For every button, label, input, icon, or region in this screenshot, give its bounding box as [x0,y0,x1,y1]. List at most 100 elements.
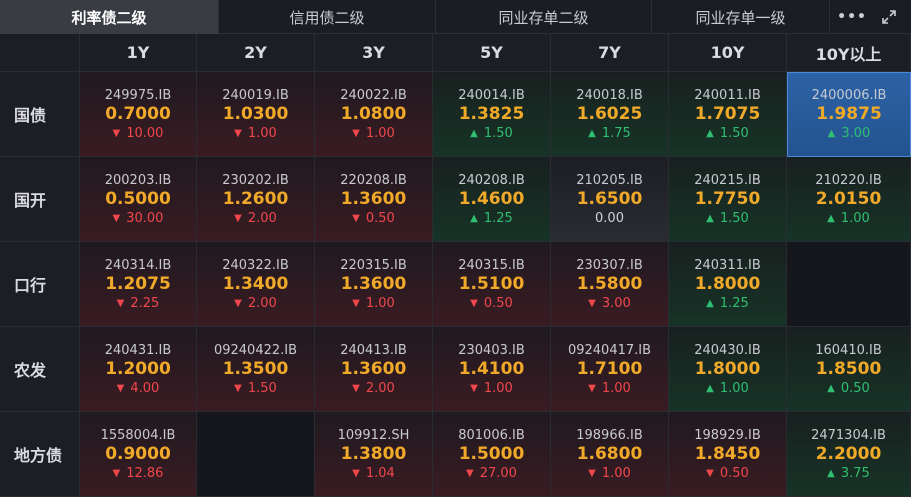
bond-quote-cell[interactable]: 240315.IB 1.5100 ▼ 0.50 [433,242,551,327]
triangle-down-icon: ▼ [352,297,360,309]
yield-change: ▼ 2.00 [234,210,277,227]
bond-code: 109912.SH [337,427,410,443]
bond-quote-cell[interactable]: 109912.SH 1.3800 ▼ 1.04 [315,412,433,497]
expand-icon[interactable] [881,9,897,25]
bond-quote-cell[interactable]: 240022.IB 1.0800 ▼ 1.00 [315,72,433,157]
triangle-up-icon: ▲ [706,382,714,394]
bond-quote-cell[interactable]: 220208.IB 1.3600 ▼ 0.50 [315,157,433,242]
bond-code: 240314.IB [104,257,172,273]
column-header: 3Y [315,34,433,72]
tab-ncd-primary[interactable]: 同业存单一级 [652,0,830,34]
yield-change-value: 1.00 [247,125,277,141]
triangle-down-icon: ▼ [588,467,596,479]
tab-credit-bonds-secondary[interactable]: 信用债二级 [219,0,436,34]
bond-quote-cell[interactable]: 240311.IB 1.8000 ▲ 1.25 [669,242,787,327]
yield-change: ▼ 1.00 [588,380,631,397]
row-header: 地方债 [0,412,80,497]
yield-change: ▼ 1.00 [352,125,395,142]
yield-change: ▲ 1.00 [827,210,870,227]
bond-yield: 1.4100 [458,358,525,379]
yield-change: ▼ 3.00 [588,295,631,312]
bond-quote-cell[interactable]: 240413.IB 1.3600 ▼ 2.00 [315,327,433,412]
triangle-down-icon: ▼ [588,297,596,309]
bond-quote-cell[interactable]: 240314.IB 1.2075 ▼ 2.25 [80,242,197,327]
bond-quote-cell[interactable]: 198966.IB 1.6800 ▼ 1.00 [551,412,669,497]
bond-quote-cell[interactable]: 240019.IB 1.0300 ▼ 1.00 [197,72,315,157]
bond-yield: 1.2600 [222,188,289,209]
bond-yield: 0.9000 [105,443,171,464]
yield-change: ▼ 4.00 [117,380,160,397]
yield-change: ▲ 3.75 [827,465,870,482]
bond-quote-cell[interactable]: 230403.IB 1.4100 ▼ 1.00 [433,327,551,412]
column-header: 10Y以上 [787,34,911,72]
yield-change-value: 1.00 [719,380,749,396]
bond-quote-cell[interactable]: 210220.IB 2.0150 ▲ 1.00 [787,157,911,242]
triangle-down-icon: ▼ [234,127,242,139]
yield-change: ▼ 1.00 [352,295,395,312]
column-header: 7Y [551,34,669,72]
bond-quote-cell[interactable]: 240430.IB 1.8000 ▲ 1.00 [669,327,787,412]
bond-yield: 1.8000 [694,358,761,379]
bond-quote-cell[interactable]: 230202.IB 1.2600 ▼ 2.00 [197,157,315,242]
bond-quote-cell[interactable]: 160410.IB 1.8500 ▲ 0.50 [787,327,911,412]
bond-quote-cell[interactable]: 09240422.IB 1.3500 ▼ 1.50 [197,327,315,412]
bond-code: 210220.IB [815,172,882,188]
bond-quote-cell[interactable]: 240011.IB 1.7075 ▲ 1.50 [669,72,787,157]
yield-change-value: 1.00 [840,210,870,226]
triangle-down-icon: ▼ [116,382,125,394]
bond-quote-cell[interactable]: 210205.IB 1.6500 0.00 [551,157,669,242]
yield-change-value: 27.00 [479,465,517,481]
bond-quote-cell[interactable]: 249975.IB 0.7000 ▼ 10.00 [80,72,197,157]
triangle-down-icon: ▼ [234,212,242,224]
tab-bar: 利率债二级 信用债二级 同业存单二级 同业存单一级 ••• [0,0,911,34]
bond-code: 240413.IB [340,342,407,358]
bond-quote-cell[interactable]: 240014.IB 1.3825 ▲ 1.50 [433,72,551,157]
yield-change: ▼ 27.00 [466,465,517,482]
bond-quote-cell[interactable]: 240322.IB 1.3400 ▼ 2.00 [197,242,315,327]
column-header: 1Y [80,34,197,72]
yield-change-value: 1.04 [365,465,395,481]
yield-change: ▲ 1.25 [470,210,513,227]
bond-quote-cell[interactable]: 09240417.IB 1.7100 ▼ 1.00 [551,327,669,412]
row-header: 农发 [0,327,80,412]
yield-change-value: 12.86 [126,465,164,481]
bond-code: 2400006.IB [811,88,887,103]
column-header: 2Y [197,34,315,72]
row-header: 国开 [0,157,80,242]
more-horizontal-icon[interactable]: ••• [837,9,867,25]
triangle-down-icon: ▼ [112,127,121,139]
yield-change-value: 1.25 [719,295,749,311]
bond-quote-cell[interactable]: 240208.IB 1.4600 ▲ 1.25 [433,157,551,242]
bond-quote-cell[interactable]: 198929.IB 1.8450 ▼ 0.50 [669,412,787,497]
yield-change-value: 1.50 [483,125,513,141]
bond-yield: 1.6500 [576,188,643,209]
bond-quote-cell[interactable]: 2400006.IB 1.9875 ▲ 3.00 [787,72,911,157]
bond-quote-cell[interactable]: 230307.IB 1.5800 ▼ 3.00 [551,242,669,327]
triangle-down-icon: ▼ [352,127,360,139]
yield-change: ▼ 2.00 [234,295,277,312]
yield-change: ▼ 1.50 [234,380,277,397]
bond-yield: 1.4600 [458,188,525,209]
yield-change-value: 3.00 [601,295,631,311]
yield-change-value: 0.50 [719,465,749,481]
yield-change-value: 2.00 [247,210,277,226]
tab-ncd-secondary[interactable]: 同业存单二级 [436,0,652,34]
bond-quote-cell[interactable]: 240018.IB 1.6025 ▲ 1.75 [551,72,669,157]
yield-change-value: 2.00 [365,380,395,396]
bond-quote-cell[interactable]: 240431.IB 1.2000 ▼ 4.00 [80,327,197,412]
bond-yield: 1.3800 [340,443,407,464]
yield-change-value: 0.50 [365,210,395,226]
bond-quote-cell[interactable]: 801006.IB 1.5000 ▼ 27.00 [433,412,551,497]
bond-quote-cell[interactable]: 2471304.IB 2.2000 ▲ 3.75 [787,412,911,497]
tab-rate-bonds-secondary[interactable]: 利率债二级 [0,0,219,34]
bond-quote-cell[interactable]: 200203.IB 0.5000 ▼ 30.00 [80,157,197,242]
bond-code: 09240417.IB [567,342,652,358]
row-header: 国债 [0,72,80,157]
matrix-corner [0,34,80,72]
empty-cell [197,412,315,497]
bond-quote-cell[interactable]: 220315.IB 1.3600 ▼ 1.00 [315,242,433,327]
bond-quote-cell[interactable]: 1558004.IB 0.9000 ▼ 12.86 [80,412,197,497]
bond-quote-cell[interactable]: 240215.IB 1.7750 ▲ 1.50 [669,157,787,242]
yield-change: ▲ 1.50 [706,210,749,227]
bond-yield: 1.5100 [458,273,525,294]
